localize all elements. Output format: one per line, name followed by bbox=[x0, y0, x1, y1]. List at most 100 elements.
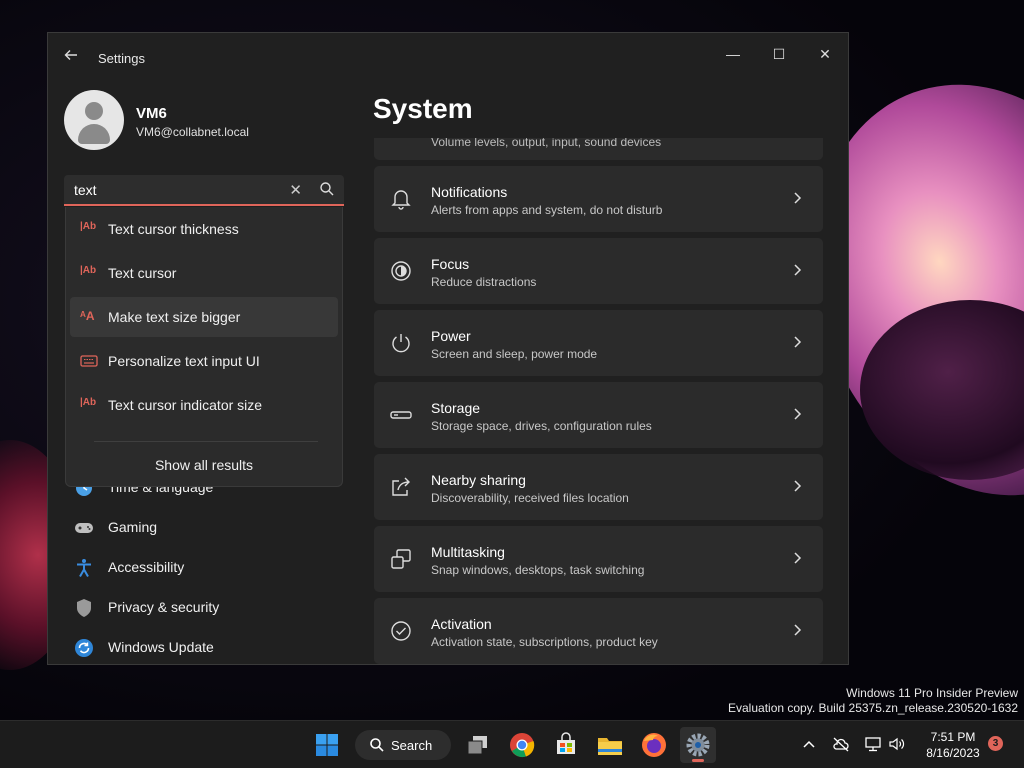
task-view-button[interactable] bbox=[460, 727, 496, 763]
storage-icon bbox=[390, 411, 412, 419]
taskbar-search-label: Search bbox=[391, 738, 433, 753]
cloud-offline-icon[interactable] bbox=[832, 735, 850, 753]
card-title: Multitasking bbox=[431, 544, 505, 560]
taskbar-file-explorer[interactable] bbox=[592, 727, 628, 763]
search-input[interactable] bbox=[74, 181, 274, 199]
settings-window: Settings — ☐ ✕ VM6 VM6@collabnet.local ✕… bbox=[47, 32, 849, 665]
shield-icon bbox=[77, 599, 91, 617]
sound-card-partial[interactable]: Volume levels, output, input, sound devi… bbox=[374, 138, 823, 160]
chevron-right-icon bbox=[794, 480, 802, 492]
clear-search-button[interactable]: ✕ bbox=[289, 181, 302, 199]
clock-time: 7:51 PM bbox=[930, 730, 976, 744]
chevron-right-icon bbox=[794, 192, 802, 204]
sidebar-item-windows-update[interactable]: Windows Update bbox=[68, 630, 338, 664]
taskbar: Search 7:51 PM 8/16/2023 3 bbox=[0, 720, 1024, 768]
sidebar-item-privacy-security[interactable]: Privacy & security bbox=[68, 590, 338, 626]
search-result-item[interactable]: ᴬA Make text size bigger bbox=[70, 297, 338, 337]
windows-logo-icon bbox=[316, 734, 338, 756]
volume-icon[interactable] bbox=[888, 735, 906, 753]
card-title: Storage bbox=[431, 400, 481, 416]
taskbar-firefox[interactable] bbox=[636, 727, 672, 763]
sidebar-item-label: Accessibility bbox=[108, 559, 185, 575]
card-subtitle: Activation state, subscriptions, product… bbox=[431, 635, 658, 649]
card-title: Notifications bbox=[431, 184, 508, 200]
settings-card-focus[interactable]: Focus Reduce distractions bbox=[374, 238, 823, 304]
accessibility-icon bbox=[77, 559, 91, 577]
clock-date: 8/16/2023 bbox=[926, 746, 980, 760]
network-icon[interactable] bbox=[864, 735, 882, 753]
power-icon bbox=[392, 334, 410, 353]
settings-card-multitasking[interactable]: Multitasking Snap windows, desktops, tas… bbox=[374, 526, 823, 592]
settings-card-power[interactable]: Power Screen and sleep, power mode bbox=[374, 310, 823, 376]
multitasking-icon bbox=[391, 549, 411, 569]
text-cursor-icon: |Ab bbox=[80, 265, 97, 276]
sidebar-item-label: Gaming bbox=[108, 519, 158, 535]
check-circle-icon bbox=[391, 621, 411, 641]
chrome-icon bbox=[510, 733, 535, 758]
search-result-item[interactable]: |Ab Text cursor thickness bbox=[70, 209, 338, 249]
sidebar-item-label: Windows Update bbox=[108, 639, 214, 655]
keyboard-icon bbox=[80, 355, 98, 367]
taskbar-search[interactable]: Search bbox=[355, 730, 451, 760]
card-subtitle: Screen and sleep, power mode bbox=[431, 347, 598, 361]
focus-icon bbox=[391, 261, 411, 281]
taskbar-settings[interactable] bbox=[680, 727, 716, 763]
firefox-icon bbox=[642, 733, 666, 757]
share-icon bbox=[392, 477, 410, 496]
gamepad-icon bbox=[75, 523, 93, 533]
card-title: Focus bbox=[431, 256, 470, 272]
back-button[interactable] bbox=[60, 47, 82, 69]
card-subtitle: Reduce distractions bbox=[431, 275, 537, 289]
minimize-button[interactable]: — bbox=[710, 39, 756, 69]
bell-icon bbox=[391, 190, 411, 210]
folder-icon bbox=[598, 738, 622, 755]
app-title: Settings bbox=[98, 51, 145, 66]
close-button[interactable]: ✕ bbox=[802, 39, 848, 69]
settings-card-nearby-sharing[interactable]: Nearby sharing Discoverability, received… bbox=[374, 454, 823, 520]
search-icon bbox=[370, 738, 384, 752]
taskbar-clock[interactable]: 7:51 PM 8/16/2023 bbox=[918, 729, 988, 761]
start-button[interactable] bbox=[309, 727, 345, 763]
gear-icon bbox=[686, 733, 710, 757]
settings-card-storage[interactable]: Storage Storage space, drives, configura… bbox=[374, 382, 823, 448]
chevron-right-icon bbox=[794, 552, 802, 564]
taskbar-store[interactable] bbox=[548, 727, 584, 763]
title-bar[interactable]: Settings — ☐ ✕ bbox=[48, 33, 848, 81]
search-results-dropdown: |Ab Text cursor thickness |Ab Text curso… bbox=[65, 207, 343, 487]
search-result-item[interactable]: Personalize text input UI bbox=[70, 341, 338, 381]
card-title: Activation bbox=[431, 616, 492, 632]
text-size-icon: ᴬA bbox=[80, 309, 95, 323]
chevron-up-icon[interactable] bbox=[800, 735, 818, 753]
sidebar-item-accessibility[interactable]: Accessibility bbox=[68, 550, 338, 586]
chevron-right-icon bbox=[794, 624, 802, 636]
card-subtitle: Snap windows, desktops, task switching bbox=[431, 563, 645, 577]
chevron-right-icon bbox=[794, 264, 802, 276]
card-subtitle: Discoverability, received files location bbox=[431, 491, 629, 505]
chevron-right-icon bbox=[794, 336, 802, 348]
card-subtitle: Storage space, drives, configuration rul… bbox=[431, 419, 652, 433]
card-title: Power bbox=[431, 328, 471, 344]
search-result-item[interactable]: |Ab Text cursor indicator size bbox=[70, 385, 338, 425]
taskbar-chrome[interactable] bbox=[504, 727, 540, 763]
notification-badge[interactable]: 3 bbox=[988, 736, 1003, 751]
search-icon[interactable] bbox=[318, 180, 336, 198]
search-result-item[interactable]: |Ab Text cursor bbox=[70, 253, 338, 293]
card-title: Nearby sharing bbox=[431, 472, 526, 488]
back-arrow-icon bbox=[64, 50, 77, 60]
sidebar-item-gaming[interactable]: Gaming bbox=[68, 510, 338, 546]
user-name: VM6 bbox=[136, 105, 167, 122]
card-subtitle: Alerts from apps and system, do not dist… bbox=[431, 203, 663, 217]
maximize-button[interactable]: ☐ bbox=[756, 39, 802, 69]
settings-card-notifications[interactable]: Notifications Alerts from apps and syste… bbox=[374, 166, 823, 232]
watermark-line1: Windows 11 Pro Insider Preview bbox=[846, 686, 1018, 700]
active-app-indicator bbox=[692, 759, 704, 762]
update-icon bbox=[75, 639, 93, 657]
avatar[interactable] bbox=[64, 90, 124, 150]
dropdown-divider bbox=[94, 441, 318, 442]
settings-card-activation[interactable]: Activation Activation state, subscriptio… bbox=[374, 598, 823, 664]
sidebar-item-label: Privacy & security bbox=[108, 599, 220, 615]
watermark-line2: Evaluation copy. Build 25375.zn_release.… bbox=[728, 701, 1018, 715]
search-box[interactable]: ✕ bbox=[64, 175, 344, 206]
show-all-results-button[interactable]: Show all results bbox=[66, 457, 342, 473]
text-cursor-icon: |Ab bbox=[80, 397, 97, 408]
